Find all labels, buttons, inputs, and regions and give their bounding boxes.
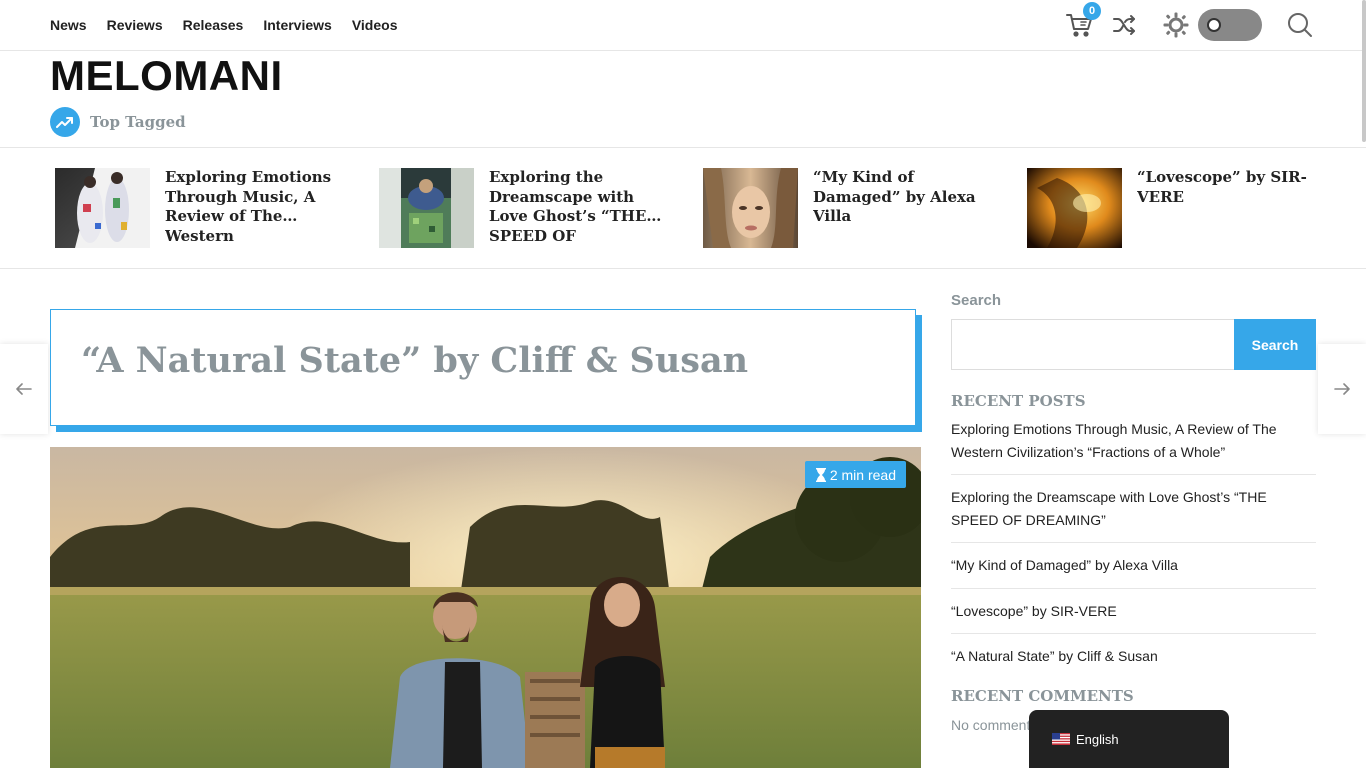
search-button[interactable]: [1284, 9, 1316, 41]
shuffle-button[interactable]: [1108, 9, 1140, 41]
recent-posts-heading: RECENT POSTS: [951, 392, 1086, 410]
nav-item-news[interactable]: News: [50, 17, 87, 33]
read-time-text: 2 min read: [829, 466, 896, 483]
header-tools: 0: [1064, 2, 1316, 41]
recent-posts-list: Exploring Emotions Through Music, A Revi…: [951, 418, 1316, 679]
article-title: “A Natural State” by Cliff & Susan: [81, 340, 749, 381]
sidebar-search-button[interactable]: Search: [1234, 319, 1316, 370]
ticker-title[interactable]: “Lovescope” by SIR-VERE: [1137, 168, 1315, 248]
recent-comments-heading: RECENT COMMENTS: [951, 686, 1134, 705]
recent-post-link[interactable]: “My Kind of Damaged” by Alexa Villa: [951, 543, 1316, 589]
language-switcher[interactable]: English: [1029, 710, 1229, 768]
recent-post-link[interactable]: “A Natural State” by Cliff & Susan: [951, 634, 1316, 679]
hero-photo: [50, 447, 921, 768]
search-icon: [1288, 13, 1312, 37]
theme-sun-button[interactable]: [1160, 9, 1192, 41]
top-tagged: Top Tagged: [50, 107, 186, 137]
arrow-right-icon: [1334, 383, 1350, 395]
sidebar-search-form: Search: [951, 319, 1316, 370]
arrow-left-icon: [16, 383, 32, 395]
sidebar-search-input[interactable]: [951, 319, 1234, 370]
article-title-box: “A Natural State” by Cliff & Susan: [50, 309, 916, 426]
ticker-title[interactable]: Exploring Emotions Through Music, A Revi…: [165, 168, 343, 248]
ticker-item[interactable]: “My Kind of Damaged” by Alexa Villa: [703, 168, 993, 248]
ticker-thumbnail: [703, 168, 798, 248]
recent-post-link[interactable]: Exploring the Dreamscape with Love Ghost…: [951, 475, 1316, 543]
trending-icon: [50, 107, 80, 137]
read-time-badge: 2 min read: [804, 461, 906, 488]
nav-item-releases[interactable]: Releases: [183, 17, 244, 33]
ticker-title[interactable]: Exploring the Dreamscape with Love Ghost…: [489, 168, 667, 248]
ticker-thumbnail: [379, 168, 474, 248]
dark-mode-toggle[interactable]: [1198, 9, 1262, 41]
sidebar-search-label: Search: [951, 292, 1002, 309]
top-tagged-label: Top Tagged: [90, 113, 186, 131]
main-nav: News Reviews Releases Interviews Videos: [50, 17, 397, 33]
recent-post-link[interactable]: “Lovescope” by SIR-VERE: [951, 589, 1316, 634]
ticker-title[interactable]: “My Kind of Damaged” by Alexa Villa: [813, 168, 991, 248]
sun-icon: [1163, 12, 1189, 38]
cart-button[interactable]: 0: [1064, 2, 1101, 41]
shuffle-icon: [1113, 15, 1135, 35]
ticker-item[interactable]: “Lovescope” by SIR-VERE: [1027, 168, 1317, 248]
nav-item-reviews[interactable]: Reviews: [107, 17, 163, 33]
nav-item-videos[interactable]: Videos: [352, 17, 398, 33]
ticker-item[interactable]: Exploring Emotions Through Music, A Revi…: [55, 168, 345, 248]
article-hero-image: 2 min read: [50, 447, 921, 768]
ticker-thumbnail: [1027, 168, 1122, 248]
hourglass-icon: [815, 467, 826, 482]
recent-post-link[interactable]: Exploring Emotions Through Music, A Revi…: [951, 418, 1316, 475]
nav-item-interviews[interactable]: Interviews: [263, 17, 331, 33]
sidebar: Search Search RECENT POSTS Exploring Emo…: [951, 292, 1316, 733]
site-title[interactable]: MELOMANI: [50, 52, 283, 100]
top-bar: News Reviews Releases Interviews Videos …: [0, 0, 1366, 51]
ticker-item[interactable]: Exploring the Dreamscape with Love Ghost…: [379, 168, 669, 248]
previous-post-button[interactable]: [0, 344, 48, 434]
post-ticker: Exploring Emotions Through Music, A Revi…: [0, 147, 1366, 269]
cart-count-badge: 0: [1083, 2, 1101, 20]
language-label: English: [1076, 731, 1119, 747]
next-post-button[interactable]: [1318, 344, 1366, 434]
ticker-thumbnail: [55, 168, 150, 248]
page-scrollbar[interactable]: [1362, 0, 1366, 142]
toggle-knob: [1207, 18, 1221, 32]
us-flag-icon: [1052, 733, 1070, 745]
